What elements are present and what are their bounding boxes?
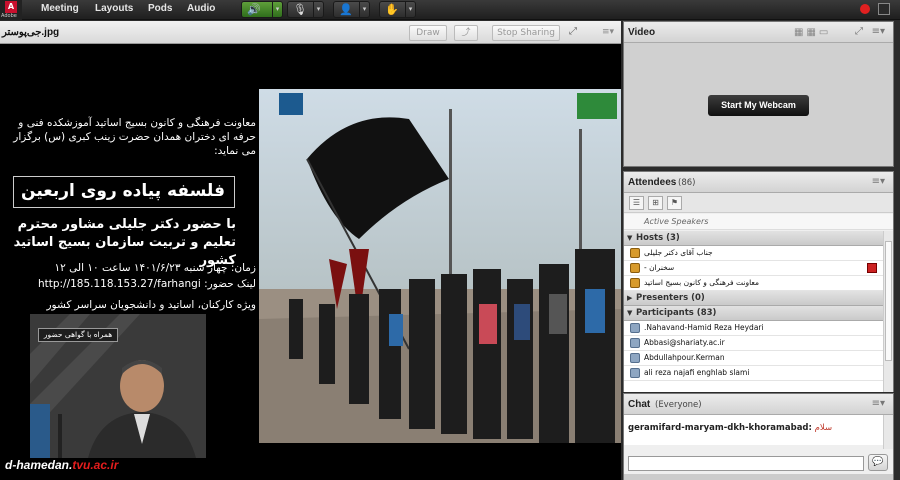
- chat-scope: (Everyone): [655, 400, 702, 410]
- host-role-icon: [630, 248, 640, 258]
- menu-pods[interactable]: Pods: [148, 3, 172, 14]
- chat-title: Chat: [628, 399, 651, 410]
- active-speakers-label: Active Speakers: [644, 217, 709, 226]
- participant-role-icon: [630, 323, 640, 333]
- chat-pod-header: Chat (Everyone) ≡▾: [624, 394, 893, 415]
- attendees-pod: Attendees (86) ≡▾ ☰ ⊞ ⚑ Active Speakers …: [623, 171, 894, 392]
- pod-menu-icon[interactable]: ≡▾: [872, 26, 885, 37]
- video-pod-title: Video: [628, 27, 656, 38]
- video-pod: Video ▦▦▭ ⤢ ≡▾ Start My Webcam: [623, 21, 894, 167]
- chat-sender: geramifard-maryam-dkh-khoramabad:: [628, 423, 812, 433]
- chat-scrollbar[interactable]: [883, 415, 893, 449]
- recording-indicator[interactable]: [860, 4, 870, 14]
- share-pod-header: جی‌پوستر.jpg Draw ⤴ Stop Sharing ⤢ ≡▾: [0, 21, 621, 44]
- presenter-flag-icon: [867, 263, 877, 273]
- microphone-icon: 🎙: [293, 3, 307, 16]
- menu-layouts[interactable]: Layouts: [95, 3, 133, 14]
- speaker-icon: 🔊: [247, 3, 261, 16]
- group-hosts[interactable]: ▼ Hosts (3): [624, 231, 883, 246]
- shared-file-title: جی‌پوستر.jpg: [2, 27, 60, 38]
- list-item[interactable]: ali reza najafi enghlab slami: [624, 366, 883, 381]
- pod-menu-icon[interactable]: ≡▾: [600, 25, 616, 41]
- attendee-list: ▼ Hosts (3) جناب آقای دکتر جلیلی - سخنران…: [624, 231, 883, 392]
- chat-message: سلام: [814, 423, 833, 433]
- chevron-down-icon[interactable]: ▾: [272, 2, 282, 17]
- stop-sharing-button[interactable]: Stop Sharing: [492, 25, 560, 41]
- time-text: زمان: چهار شنبه ۱۴۰۱/۶/۲۳ ساعت ۱۰ الی ۱۲: [54, 262, 256, 274]
- attendees-toolbar: ☰ ⊞ ⚑: [624, 193, 893, 213]
- sync-icon[interactable]: ⤴: [454, 25, 478, 41]
- list-item[interactable]: جناب آقای دکتر جلیلی: [624, 246, 883, 261]
- event-title-box: فلسفه پیاده روی اربعین: [13, 176, 235, 208]
- chat-pod: Chat (Everyone) ≡▾ geramifard-maryam-dkh…: [623, 393, 894, 480]
- microphone-button[interactable]: 🎙 ▾: [287, 1, 324, 18]
- start-webcam-button[interactable]: Start My Webcam: [708, 95, 809, 116]
- active-speakers-bar: Active Speakers: [624, 214, 893, 230]
- breakout-icon[interactable]: ⊞: [648, 196, 663, 210]
- group-presenters[interactable]: ▶ Presenters (0): [624, 291, 883, 306]
- attendees-count: (86): [678, 178, 696, 188]
- list-view-icon[interactable]: ☰: [629, 196, 644, 210]
- list-item[interactable]: Abbasi@shariaty.ac.ir: [624, 336, 883, 351]
- pod-menu-icon[interactable]: ≡▾: [872, 398, 885, 409]
- webcam-button[interactable]: 👤 ▾: [333, 1, 370, 18]
- chevron-down-icon[interactable]: ▾: [313, 2, 323, 17]
- menu-bar: A Adobe Meeting Layouts Pods Audio 🔊 ▾ 🎙…: [0, 0, 900, 20]
- pod-menu-icon[interactable]: ≡▾: [872, 176, 885, 187]
- speaker-photo: همراه با گواهی حضور: [30, 314, 206, 458]
- site-url: d-hamedan.tvu.ac.ir: [5, 458, 119, 472]
- list-item[interactable]: .Nahavand-Hamid Reza Heydari: [624, 321, 883, 336]
- chevron-down-icon: ▼: [627, 234, 633, 242]
- list-item[interactable]: Abdullahpour.Kerman: [624, 351, 883, 366]
- list-item[interactable]: معاونت فرهنگی و کانون بسیج اساتید: [624, 276, 883, 291]
- raise-hand-icon: ✋: [385, 3, 399, 16]
- menu-audio[interactable]: Audio: [187, 3, 215, 14]
- group-participants[interactable]: ▼ Participants (83): [624, 306, 883, 321]
- link-text: لینک حضور: http://185.118.153.27/farhang…: [37, 278, 256, 290]
- chevron-right-icon: ▶: [627, 294, 633, 302]
- pilgrimage-photo: [259, 89, 621, 443]
- fullscreen-icon[interactable]: ⤢: [566, 25, 580, 41]
- chevron-down-icon[interactable]: ▾: [359, 2, 369, 17]
- chevron-down-icon: ▼: [627, 309, 633, 317]
- attendee-scrollbar[interactable]: [883, 231, 893, 392]
- event-title: فلسفه پیاده روی اربعین: [21, 181, 225, 201]
- announcement-text: معاونت فرهنگی و کانون بسیج اساتید آموزشک…: [13, 117, 256, 157]
- chevron-down-icon[interactable]: ▾: [405, 2, 415, 17]
- host-role-icon: [630, 263, 640, 273]
- participant-role-icon: [630, 353, 640, 363]
- host-role-icon: [630, 278, 640, 288]
- webcam-icon: 👤: [339, 3, 353, 16]
- share-pod: جی‌پوستر.jpg Draw ⤴ Stop Sharing ⤢ ≡▾ مع…: [0, 21, 621, 480]
- status-button[interactable]: ✋ ▾: [379, 1, 416, 18]
- shared-slide: معاونت فرهنگی و کانون بسیج اساتید آموزشک…: [0, 44, 621, 480]
- draw-button[interactable]: Draw: [409, 25, 447, 41]
- window-control-icon[interactable]: [878, 3, 890, 15]
- participant-role-icon: [630, 368, 640, 378]
- photo-tag: همراه با گواهی حضور: [38, 328, 118, 342]
- menu-meeting[interactable]: Meeting: [41, 3, 79, 14]
- video-pod-header: Video ▦▦▭ ⤢ ≡▾: [624, 22, 893, 43]
- speaker-button[interactable]: 🔊 ▾: [241, 1, 283, 18]
- attendees-title: Attendees: [628, 177, 677, 188]
- attendees-pod-header: Attendees (86) ≡▾: [624, 172, 893, 193]
- adobe-logo: A Adobe: [0, 0, 22, 20]
- participant-role-icon: [630, 338, 640, 348]
- audience-text: ویژه کارکنان، اساتید و دانشجویان سراسر ک…: [46, 299, 256, 311]
- fullscreen-icon[interactable]: ⤢: [855, 26, 863, 37]
- chat-input[interactable]: [628, 456, 864, 471]
- list-item[interactable]: - سخنران: [624, 261, 883, 276]
- chat-tabs[interactable]: [624, 474, 893, 480]
- layout-grid-icon[interactable]: ▦▦▭: [794, 27, 831, 38]
- chat-messages: geramifard-maryam-dkh-khoramabad: سلام: [624, 415, 883, 445]
- status-view-icon[interactable]: ⚑: [667, 196, 682, 210]
- send-message-icon[interactable]: 💬: [868, 454, 888, 471]
